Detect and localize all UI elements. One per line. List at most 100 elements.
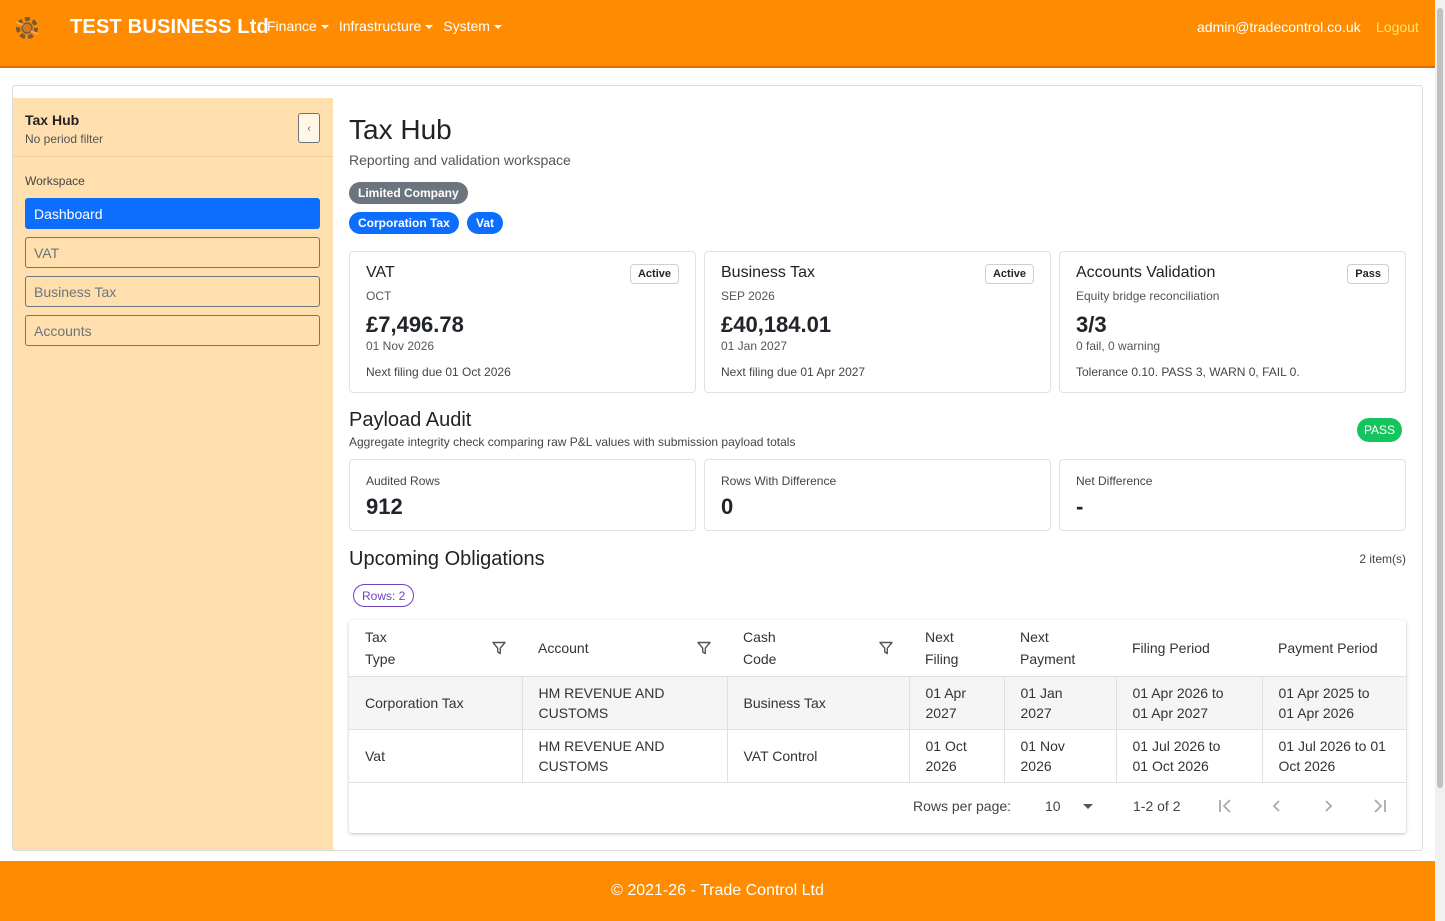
chevron-down-icon bbox=[493, 25, 502, 29]
sidebar-divider bbox=[13, 156, 333, 157]
status-badge: Pass bbox=[1347, 264, 1389, 284]
sidebar-item-accounts[interactable]: Accounts bbox=[25, 315, 320, 346]
payload-audit-title: Payload Audit bbox=[349, 409, 472, 431]
table-pagination: Rows per page: 10 1-2 of 2 bbox=[349, 780, 1406, 833]
next-page-icon[interactable] bbox=[1316, 794, 1340, 818]
sidebar-section-label: Workspace bbox=[25, 174, 85, 188]
net-difference-card: Net Difference - bbox=[1059, 459, 1406, 531]
table-row[interactable]: Corporation Tax HM REVENUE AND CUSTOMS Bu… bbox=[349, 676, 1406, 730]
card-date: 01 Nov 2026 bbox=[366, 339, 435, 353]
card-amount: £7,496.78 bbox=[366, 312, 464, 337]
column-label: Tax Type bbox=[365, 626, 395, 670]
column-header-tax-type[interactable]: Tax Type bbox=[349, 620, 522, 677]
card-note: Next filing due 01 Apr 2027 bbox=[721, 365, 866, 379]
column-label-line: Tax bbox=[365, 628, 387, 645]
menu-infrastructure[interactable]: Infrastructure bbox=[339, 18, 434, 34]
column-header-payment-period[interactable]: Payment Period bbox=[1262, 620, 1406, 677]
column-label-line: Type bbox=[365, 650, 396, 667]
cell-next-payment: 01 Nov 2026 bbox=[1004, 729, 1117, 783]
chevron-down-icon bbox=[320, 25, 329, 29]
filter-icon[interactable] bbox=[492, 641, 506, 655]
column-header-cash-code[interactable]: Cash Code bbox=[727, 620, 909, 677]
column-label-line: Cash bbox=[743, 628, 776, 645]
cell-payment-period: 01 Jul 2026 to 01 Oct 2026 bbox=[1262, 729, 1406, 783]
rows-count-chip[interactable]: Rows: 2 bbox=[353, 584, 415, 607]
first-page-icon[interactable] bbox=[1213, 794, 1237, 818]
menu-finance-label: Finance bbox=[267, 18, 317, 34]
stat-label: Rows With Difference bbox=[721, 474, 837, 488]
sidebar-item-business-tax[interactable]: Business Tax bbox=[25, 276, 320, 307]
previous-page-icon[interactable] bbox=[1265, 794, 1289, 818]
card-date: 01 Jan 2027 bbox=[721, 339, 788, 353]
last-page-icon[interactable] bbox=[1368, 794, 1392, 818]
column-header-next-filing[interactable]: Next Filing bbox=[909, 620, 1004, 677]
rows-per-page-select[interactable]: 10 bbox=[1045, 798, 1061, 814]
cell-cash-code: Business Tax bbox=[727, 676, 910, 730]
stat-value: - bbox=[1076, 494, 1084, 519]
cell-line: 01 Jul 2026 to 01 bbox=[1278, 737, 1386, 754]
card-title: VAT bbox=[366, 264, 395, 281]
sidebar-collapse-button[interactable]: ‹ bbox=[298, 113, 320, 143]
chevron-down-icon[interactable] bbox=[1083, 804, 1093, 809]
column-header-account[interactable]: Account bbox=[522, 620, 727, 677]
stat-label: Audited Rows bbox=[366, 474, 441, 488]
sidebar-item-dashboard[interactable]: Dashboard bbox=[25, 198, 320, 229]
sidebar: Tax Hub No period filter ‹ Workspace Das… bbox=[13, 98, 333, 850]
filter-icon[interactable] bbox=[879, 641, 893, 655]
card-subtitle: Equity bridge reconciliation bbox=[1076, 289, 1220, 303]
cell-line: 01 Apr 2026 to bbox=[1132, 684, 1224, 701]
card-title: Business Tax bbox=[721, 264, 815, 281]
cell-account: HM REVENUE AND CUSTOMS bbox=[522, 729, 728, 783]
table-row[interactable]: Vat HM REVENUE AND CUSTOMS VAT Control 01… bbox=[349, 729, 1406, 783]
chevron-down-icon bbox=[425, 25, 434, 29]
cell-account: HM REVENUE AND CUSTOMS bbox=[522, 676, 728, 730]
payload-audit-subtitle: Aggregate integrity check comparing raw … bbox=[349, 435, 796, 449]
cell-cash-code: VAT Control bbox=[727, 729, 910, 783]
cell-line: 01 Oct 2026 bbox=[1132, 757, 1209, 774]
card-period: SEP 2026 bbox=[721, 289, 775, 303]
cell-filing-period: 01 Jul 2026 to 01 Oct 2026 bbox=[1116, 729, 1263, 783]
menu-finance[interactable]: Finance bbox=[267, 18, 329, 34]
status-badge: Active bbox=[629, 264, 679, 284]
rows-with-difference-card: Rows With Difference 0 bbox=[704, 459, 1051, 531]
column-header-next-payment[interactable]: Next Payment bbox=[1004, 620, 1116, 677]
cell-tax-type: Corporation Tax bbox=[349, 676, 523, 730]
page-scrollbar-thumb[interactable] bbox=[1437, 8, 1443, 788]
page-range: 1-2 of 2 bbox=[1133, 798, 1181, 814]
brand-title[interactable]: TEST BUSINESS Ltd bbox=[70, 16, 269, 39]
badge-vat: Vat bbox=[467, 212, 504, 234]
cell-line: 01 Apr 2027 bbox=[1132, 704, 1209, 721]
main-menu: Finance Infrastructure System bbox=[267, 18, 502, 34]
card-value: 3/3 bbox=[1076, 312, 1107, 337]
app-logo-icon[interactable] bbox=[12, 14, 42, 42]
sidebar-item-vat[interactable]: VAT bbox=[25, 237, 320, 268]
column-label-line: Filing bbox=[925, 650, 959, 667]
cell-line: 2027 bbox=[925, 704, 957, 721]
cell-line: HM REVENUE AND bbox=[538, 737, 665, 754]
obligations-grid: Tax Type Account Cash Code Next Filing Next… bbox=[349, 620, 1406, 783]
menu-system[interactable]: System bbox=[443, 18, 502, 34]
obligations-table: Tax Type Account Cash Code Next Filing Next… bbox=[349, 620, 1406, 833]
cell-line: 2026 bbox=[1020, 757, 1052, 774]
cell-tax-type: Vat bbox=[349, 729, 523, 783]
cell-next-payment: 01 Jan 2027 bbox=[1004, 676, 1117, 730]
filter-icon[interactable] bbox=[697, 641, 711, 655]
cell-line: HM REVENUE AND bbox=[538, 684, 665, 701]
column-label-line: Code bbox=[743, 650, 777, 667]
cell-payment-period: 01 Apr 2025 to 01 Apr 2026 bbox=[1262, 676, 1406, 730]
column-header-filing-period[interactable]: Filing Period bbox=[1116, 620, 1262, 677]
cell-line: 01 Oct bbox=[925, 737, 967, 754]
card-amount: £40,184.01 bbox=[721, 312, 832, 337]
column-label: Cash Code bbox=[743, 626, 776, 670]
cell-line: 2027 bbox=[1020, 704, 1052, 721]
card-note: Next filing due 01 Oct 2026 bbox=[366, 365, 511, 379]
stat-value: 0 bbox=[721, 494, 734, 519]
logout-link[interactable]: Logout bbox=[1376, 19, 1419, 35]
card-title: Accounts Validation bbox=[1076, 264, 1216, 281]
card-period: OCT bbox=[366, 289, 392, 303]
card-note: Tolerance 0.10. PASS 3, WARN 0, FAIL 0. bbox=[1076, 365, 1300, 379]
cell-line: 01 Jul 2026 to bbox=[1132, 737, 1221, 754]
page-subtitle: Reporting and validation workspace bbox=[349, 152, 571, 168]
obligations-title: Upcoming Obligations bbox=[349, 548, 545, 570]
stat-value: 912 bbox=[366, 494, 403, 519]
